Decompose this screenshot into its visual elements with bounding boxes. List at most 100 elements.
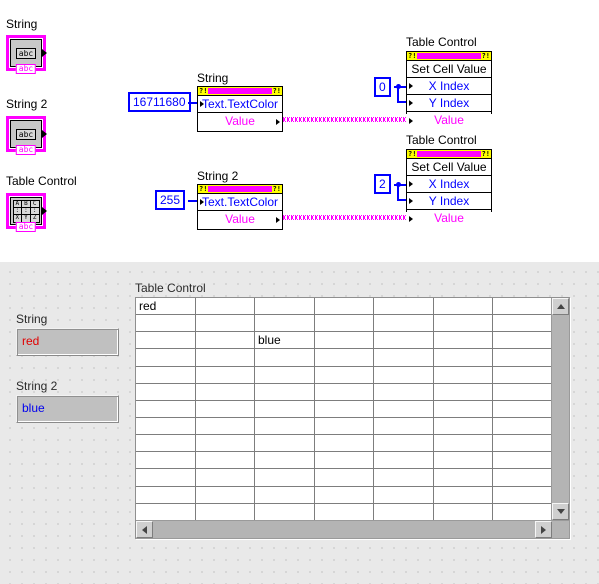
table-cell[interactable] [433, 452, 493, 470]
property-row-text-textcolor[interactable]: Text.TextColor [198, 194, 282, 211]
table-cell[interactable] [374, 332, 434, 350]
table-cell[interactable] [255, 366, 315, 384]
table-cell[interactable] [314, 469, 374, 487]
table-cell[interactable] [136, 366, 196, 384]
table-cell[interactable] [314, 486, 374, 504]
invoke-method-name[interactable]: Set Cell Value [407, 61, 491, 78]
table-cell[interactable] [255, 452, 315, 470]
table-cell[interactable] [255, 417, 315, 436]
table-cell[interactable] [433, 315, 493, 333]
table-cell[interactable] [195, 383, 255, 401]
table-cell[interactable] [314, 435, 374, 453]
invoke-method-name[interactable]: Set Cell Value [407, 159, 491, 176]
table-cell[interactable] [314, 298, 374, 316]
index-constant-255[interactable]: 255 [155, 190, 186, 210]
table-cell[interactable] [493, 503, 553, 521]
table-cell[interactable] [195, 332, 255, 350]
property-row-value[interactable]: Value [198, 211, 282, 228]
table-cell[interactable] [374, 315, 434, 333]
table-cell[interactable] [136, 452, 196, 470]
table-cell[interactable] [433, 298, 493, 316]
table-cell[interactable] [314, 366, 374, 384]
invoke-node-set-cell-value-2[interactable]: ?! ?! Set Cell Value X Index Y Index Val… [406, 149, 492, 227]
table-cell[interactable] [195, 469, 255, 487]
scroll-left-button[interactable] [136, 521, 153, 538]
block-diagram-canvas[interactable]: String abc abc String 2 abc abc Table Co… [0, 0, 599, 262]
invoke-row-x-index[interactable]: X Index [407, 176, 491, 193]
table-cell[interactable] [493, 400, 553, 418]
table-cell[interactable] [136, 400, 196, 418]
table-horizontal-scrollbar[interactable] [136, 520, 569, 538]
table-cell[interactable] [255, 469, 315, 487]
table-cell[interactable] [136, 417, 196, 436]
table-cell[interactable] [195, 366, 255, 384]
table-vertical-scrollbar[interactable] [551, 298, 569, 520]
table-cell[interactable] [195, 503, 255, 521]
table-cell[interactable] [433, 349, 493, 367]
table-cell[interactable] [195, 400, 255, 418]
string-2-control-input[interactable]: blue [16, 395, 119, 423]
table-cell[interactable] [493, 452, 553, 470]
table-cell[interactable] [433, 435, 493, 453]
table-cell[interactable] [136, 315, 196, 333]
table-cell[interactable] [255, 435, 315, 453]
table-cell[interactable] [374, 349, 434, 367]
table-cell[interactable] [136, 469, 196, 487]
table-cell[interactable] [493, 315, 553, 333]
table-cell[interactable] [136, 486, 196, 504]
string-2-terminal-icon[interactable]: abc abc [6, 116, 47, 155]
table-cell[interactable] [314, 315, 374, 333]
table-cell[interactable] [195, 435, 255, 453]
table-cell[interactable] [195, 486, 255, 504]
table-cell[interactable] [314, 503, 374, 521]
table-cell[interactable] [136, 435, 196, 453]
table-cell[interactable] [314, 417, 374, 436]
table-cell[interactable] [493, 486, 553, 504]
table-cell[interactable] [136, 503, 196, 521]
table-cell[interactable] [493, 298, 553, 316]
table-cell[interactable] [195, 349, 255, 367]
table-cell[interactable] [314, 332, 374, 350]
table-cell[interactable] [195, 298, 255, 316]
scroll-down-button[interactable] [552, 503, 569, 520]
table-cell[interactable] [374, 383, 434, 401]
property-node-string[interactable]: ?! ?! Text.TextColor Value [197, 86, 283, 132]
table-cell[interactable] [374, 366, 434, 384]
table-cell[interactable] [314, 400, 374, 418]
table-cell[interactable] [374, 486, 434, 504]
table-cell[interactable] [433, 366, 493, 384]
table-cell[interactable] [255, 315, 315, 333]
table-cell[interactable] [374, 503, 434, 521]
table-cell[interactable] [493, 383, 553, 401]
front-panel-canvas[interactable]: String red String 2 blue Table Control r… [0, 262, 599, 584]
table-cell[interactable] [493, 332, 553, 350]
table-cell[interactable] [433, 503, 493, 521]
table-cell[interactable] [433, 486, 493, 504]
table-control-widget[interactable]: red blue [135, 297, 570, 539]
table-cell[interactable] [374, 469, 434, 487]
table-cell[interactable] [433, 469, 493, 487]
table-cell[interactable] [433, 383, 493, 401]
table-cell[interactable] [374, 298, 434, 316]
table-cell[interactable] [433, 332, 493, 350]
invoke-row-y-index[interactable]: Y Index [407, 193, 491, 210]
string-control-input[interactable]: red [16, 328, 119, 356]
table-cell[interactable] [255, 486, 315, 504]
scroll-right-button[interactable] [535, 521, 552, 538]
table-cell[interactable] [314, 452, 374, 470]
string-terminal-icon[interactable]: abc abc [6, 35, 47, 74]
table-cell[interactable] [195, 315, 255, 333]
table-cell[interactable] [374, 400, 434, 418]
table-cell[interactable] [255, 503, 315, 521]
invoke-row-value[interactable]: Value [407, 112, 491, 129]
invoke-row-y-index[interactable]: Y Index [407, 95, 491, 112]
index-constant-16711680[interactable]: 16711680 [128, 92, 191, 112]
table-cell[interactable] [374, 435, 434, 453]
table-cell[interactable]: red [136, 298, 196, 316]
invoke-row-value[interactable]: Value [407, 210, 491, 227]
table-terminal-icon[interactable]: A B C : : : X Y Z abc [6, 193, 47, 232]
property-node-string-2[interactable]: ?! ?! Text.TextColor Value [197, 184, 283, 230]
table-cell[interactable] [136, 332, 196, 350]
table-cell[interactable]: blue [255, 332, 315, 350]
table-cell[interactable] [493, 349, 553, 367]
